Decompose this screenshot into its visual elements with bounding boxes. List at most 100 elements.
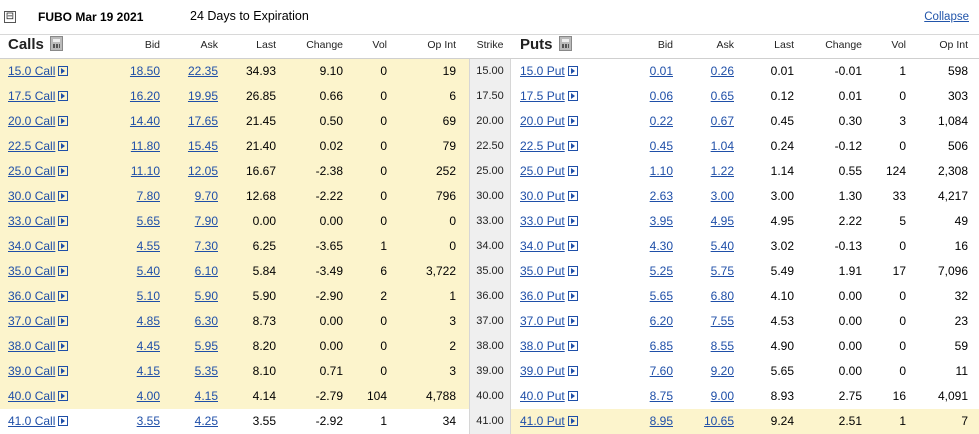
- call-bid[interactable]: 5.65: [110, 209, 160, 234]
- call-ask[interactable]: 6.30: [170, 309, 218, 334]
- put-ask[interactable]: 5.75: [688, 259, 734, 284]
- put-detail-arrow-icon[interactable]: [567, 191, 578, 201]
- put-ask[interactable]: 0.67: [688, 109, 734, 134]
- put-detail-arrow-icon[interactable]: [567, 241, 578, 251]
- put-detail-arrow-icon[interactable]: [567, 341, 578, 351]
- call-ask[interactable]: 12.05: [170, 159, 218, 184]
- put-bid[interactable]: 3.95: [625, 209, 673, 234]
- put-bid[interactable]: 8.75: [625, 384, 673, 409]
- put-ask[interactable]: 3.00: [688, 184, 734, 209]
- put-contract-link[interactable]: 20.0 Put: [520, 109, 578, 134]
- put-ask[interactable]: 9.00: [688, 384, 734, 409]
- call-contract-link[interactable]: 30.0 Call: [8, 184, 69, 209]
- call-contract-link[interactable]: 34.0 Call: [8, 234, 69, 259]
- call-bid[interactable]: 16.20: [110, 84, 160, 109]
- call-contract-link[interactable]: 22.5 Call: [8, 134, 69, 159]
- put-contract-link[interactable]: 35.0 Put: [520, 259, 578, 284]
- call-bid[interactable]: 4.55: [110, 234, 160, 259]
- put-contract-link[interactable]: 39.0 Put: [520, 359, 578, 384]
- call-detail-arrow-icon[interactable]: [58, 416, 69, 426]
- put-bid[interactable]: 6.20: [625, 309, 673, 334]
- call-ask[interactable]: 7.90: [170, 209, 218, 234]
- put-ask[interactable]: 0.26: [688, 59, 734, 84]
- call-ask[interactable]: 4.15: [170, 384, 218, 409]
- put-bid[interactable]: 8.95: [625, 409, 673, 434]
- call-bid[interactable]: 4.15: [110, 359, 160, 384]
- put-bid[interactable]: 6.85: [625, 334, 673, 359]
- put-contract-link[interactable]: 36.0 Put: [520, 284, 578, 309]
- put-detail-arrow-icon[interactable]: [567, 116, 578, 126]
- put-contract-link[interactable]: 38.0 Put: [520, 334, 578, 359]
- put-detail-arrow-icon[interactable]: [567, 266, 578, 276]
- call-ask[interactable]: 9.70: [170, 184, 218, 209]
- put-contract-link[interactable]: 40.0 Put: [520, 384, 578, 409]
- put-bid[interactable]: 0.06: [625, 84, 673, 109]
- call-ask[interactable]: 17.65: [170, 109, 218, 134]
- call-contract-link[interactable]: 38.0 Call: [8, 334, 69, 359]
- call-bid[interactable]: 18.50: [110, 59, 160, 84]
- call-contract-link[interactable]: 40.0 Call: [8, 384, 69, 409]
- call-contract-link[interactable]: 35.0 Call: [8, 259, 69, 284]
- collapse-toggle-icon[interactable]: ⊟: [4, 11, 16, 23]
- call-ask[interactable]: 5.90: [170, 284, 218, 309]
- call-ask[interactable]: 6.10: [170, 259, 218, 284]
- put-bid[interactable]: 4.30: [625, 234, 673, 259]
- put-detail-arrow-icon[interactable]: [567, 66, 578, 76]
- put-ask[interactable]: 4.95: [688, 209, 734, 234]
- put-contract-link[interactable]: 17.5 Put: [520, 84, 578, 109]
- collapse-link[interactable]: Collapse: [924, 11, 969, 23]
- call-ask[interactable]: 5.35: [170, 359, 218, 384]
- put-bid[interactable]: 0.01: [625, 59, 673, 84]
- put-ask[interactable]: 1.04: [688, 134, 734, 159]
- call-detail-arrow-icon[interactable]: [58, 116, 69, 126]
- put-detail-arrow-icon[interactable]: [567, 291, 578, 301]
- calculator-icon[interactable]: [49, 36, 63, 51]
- put-ask[interactable]: 6.80: [688, 284, 734, 309]
- put-ask[interactable]: 9.20: [688, 359, 734, 384]
- call-detail-arrow-icon[interactable]: [58, 316, 69, 326]
- put-contract-link[interactable]: 15.0 Put: [520, 59, 578, 84]
- call-ask[interactable]: 15.45: [170, 134, 218, 159]
- put-contract-link[interactable]: 30.0 Put: [520, 184, 578, 209]
- call-ask[interactable]: 5.95: [170, 334, 218, 359]
- call-detail-arrow-icon[interactable]: [58, 141, 69, 151]
- call-ask[interactable]: 22.35: [170, 59, 218, 84]
- put-ask[interactable]: 10.65: [688, 409, 734, 434]
- put-detail-arrow-icon[interactable]: [567, 91, 578, 101]
- put-ask[interactable]: 1.22: [688, 159, 734, 184]
- call-detail-arrow-icon[interactable]: [58, 66, 69, 76]
- call-detail-arrow-icon[interactable]: [58, 241, 69, 251]
- put-detail-arrow-icon[interactable]: [567, 416, 578, 426]
- call-bid[interactable]: 14.40: [110, 109, 160, 134]
- call-contract-link[interactable]: 15.0 Call: [8, 59, 69, 84]
- put-detail-arrow-icon[interactable]: [567, 166, 578, 176]
- put-contract-link[interactable]: 34.0 Put: [520, 234, 578, 259]
- call-bid[interactable]: 5.40: [110, 259, 160, 284]
- call-bid[interactable]: 5.10: [110, 284, 160, 309]
- put-bid[interactable]: 5.65: [625, 284, 673, 309]
- call-contract-link[interactable]: 39.0 Call: [8, 359, 69, 384]
- call-contract-link[interactable]: 20.0 Call: [8, 109, 69, 134]
- put-bid[interactable]: 7.60: [625, 359, 673, 384]
- call-detail-arrow-icon[interactable]: [58, 291, 69, 301]
- call-contract-link[interactable]: 17.5 Call: [8, 84, 69, 109]
- call-contract-link[interactable]: 25.0 Call: [8, 159, 69, 184]
- call-contract-link[interactable]: 33.0 Call: [8, 209, 69, 234]
- call-bid[interactable]: 7.80: [110, 184, 160, 209]
- call-bid[interactable]: 4.85: [110, 309, 160, 334]
- call-bid[interactable]: 4.45: [110, 334, 160, 359]
- call-contract-link[interactable]: 36.0 Call: [8, 284, 69, 309]
- call-detail-arrow-icon[interactable]: [58, 366, 69, 376]
- put-bid[interactable]: 5.25: [625, 259, 673, 284]
- call-detail-arrow-icon[interactable]: [58, 266, 69, 276]
- put-detail-arrow-icon[interactable]: [567, 216, 578, 226]
- call-detail-arrow-icon[interactable]: [58, 391, 69, 401]
- put-detail-arrow-icon[interactable]: [567, 141, 578, 151]
- put-contract-link[interactable]: 37.0 Put: [520, 309, 578, 334]
- put-bid[interactable]: 1.10: [625, 159, 673, 184]
- call-bid[interactable]: 11.80: [110, 134, 160, 159]
- put-ask[interactable]: 8.55: [688, 334, 734, 359]
- call-detail-arrow-icon[interactable]: [58, 191, 69, 201]
- put-contract-link[interactable]: 22.5 Put: [520, 134, 578, 159]
- call-detail-arrow-icon[interactable]: [58, 91, 69, 101]
